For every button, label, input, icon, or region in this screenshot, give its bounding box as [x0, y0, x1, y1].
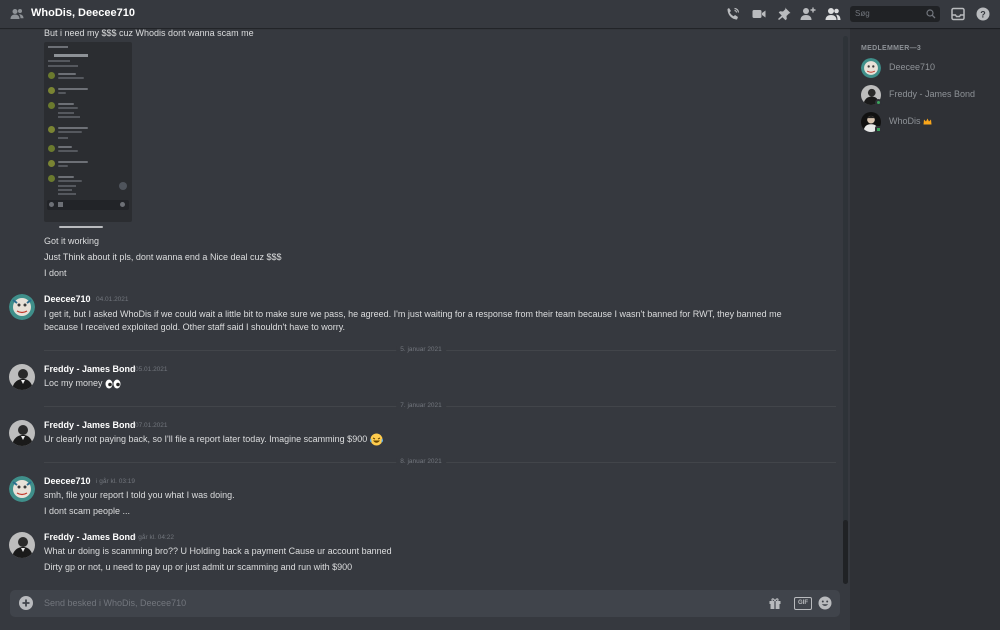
date-divider-label: 5. januar 2021 [396, 346, 446, 353]
avatar[interactable] [9, 420, 35, 446]
message-timestamp: 07.01.2021 [135, 422, 168, 429]
message-text: I dont scam people ... [44, 506, 131, 516]
member-item-deecee710[interactable]: Deecee710 [858, 56, 992, 80]
message-text: because I received exploited gold. Other… [44, 322, 346, 332]
avatar[interactable] [9, 294, 35, 320]
scrollbar-track[interactable] [843, 36, 848, 584]
avatar[interactable] [9, 476, 35, 502]
pin-icon[interactable] [776, 6, 792, 22]
message-text: smh, file your report I told you what I … [44, 490, 235, 500]
member-name: Deecee710 [889, 62, 936, 72]
message-text: Just Think about it pls, dont wanna end … [44, 252, 282, 262]
search-placeholder: Søg [855, 9, 870, 18]
laughing-emoji-icon [369, 433, 383, 446]
attachment-scroll-indicator [59, 226, 103, 228]
message-text-content: Loc my money [44, 378, 103, 388]
image-attachment[interactable] [44, 42, 132, 222]
member-name-wrap: WhoDis [889, 116, 932, 126]
search-input[interactable]: Søg [850, 6, 940, 22]
add-member-icon[interactable] [800, 6, 816, 22]
message-input[interactable]: Send besked i WhoDis, Deecee710 GIF [10, 590, 840, 617]
message-list[interactable]: But i need my $$$ cuz Whodis dont wanna … [0, 28, 850, 630]
inbox-icon[interactable] [950, 6, 966, 22]
gift-icon[interactable] [768, 596, 782, 610]
video-icon[interactable] [751, 6, 767, 22]
online-status-icon [875, 99, 882, 106]
message-timestamp: 04.01.2021 [96, 296, 129, 303]
member-name: Freddy - James Bond [889, 89, 976, 99]
avatar [861, 58, 881, 78]
emoji-picker-icon[interactable] [818, 596, 832, 610]
message-text: Dirty gp or not, u need to pay up or jus… [44, 562, 353, 572]
channel-header: WhoDis, Deecee710 Søg ? [0, 0, 1000, 28]
input-placeholder: Send besked i WhoDis, Deecee710 [44, 598, 187, 608]
member-list: MEDLEMMER—3 Deecee710 Freddy - James Bon… [850, 28, 1000, 630]
message-author[interactable]: Freddy - James Bond [44, 420, 136, 430]
message-text: Ur clearly not paying back, so I'll file… [44, 433, 383, 446]
message-timestamp: 05.01.2021 [135, 366, 168, 373]
message-text: But i need my $$$ cuz Whodis dont wanna … [44, 28, 254, 38]
call-icon[interactable] [725, 6, 741, 22]
message-text: I dont [44, 268, 67, 278]
message-text: Loc my money [44, 378, 121, 389]
upload-button[interactable] [19, 596, 33, 610]
message-text: What ur doing is scamming bro?? U Holdin… [44, 546, 392, 556]
plus-icon [22, 599, 30, 607]
mobile-status-icon [875, 126, 882, 133]
svg-text:?: ? [980, 9, 986, 19]
members-icon[interactable] [825, 6, 841, 22]
message-text: Got it working [44, 236, 100, 246]
search-icon [926, 9, 936, 19]
avatar[interactable] [9, 364, 35, 390]
gif-button[interactable]: GIF [794, 597, 812, 610]
help-icon[interactable]: ? [975, 6, 991, 22]
message-author[interactable]: Freddy - James Bond [44, 532, 136, 542]
message-text-content: Ur clearly not paying back, so I'll file… [44, 433, 368, 444]
message-timestamp: i går kl. 04:22 [135, 534, 175, 541]
crown-icon [923, 118, 932, 125]
date-divider-label: 7. januar 2021 [396, 402, 446, 409]
message-author[interactable]: Deecee710 [44, 476, 91, 486]
avatar[interactable] [9, 532, 35, 558]
scrollbar-thumb[interactable] [843, 520, 848, 584]
message-timestamp: i går kl. 03:19 [96, 478, 136, 485]
member-list-heading: MEDLEMMER—3 [861, 45, 922, 52]
member-item-whodis[interactable]: WhoDis [858, 110, 992, 134]
member-name: WhoDis [889, 116, 921, 126]
message-author[interactable]: Freddy - James Bond [44, 364, 136, 374]
message-text: I get it, but I asked WhoDis if we could… [44, 309, 782, 319]
group-dm-icon [10, 9, 24, 19]
date-divider-label: 8. januar 2021 [396, 458, 446, 465]
message-author[interactable]: Deecee710 [44, 294, 91, 304]
member-item-freddy[interactable]: Freddy - James Bond [858, 83, 992, 107]
eyes-emoji-icon [105, 379, 121, 389]
page-title: WhoDis, Deecee710 [31, 7, 135, 19]
